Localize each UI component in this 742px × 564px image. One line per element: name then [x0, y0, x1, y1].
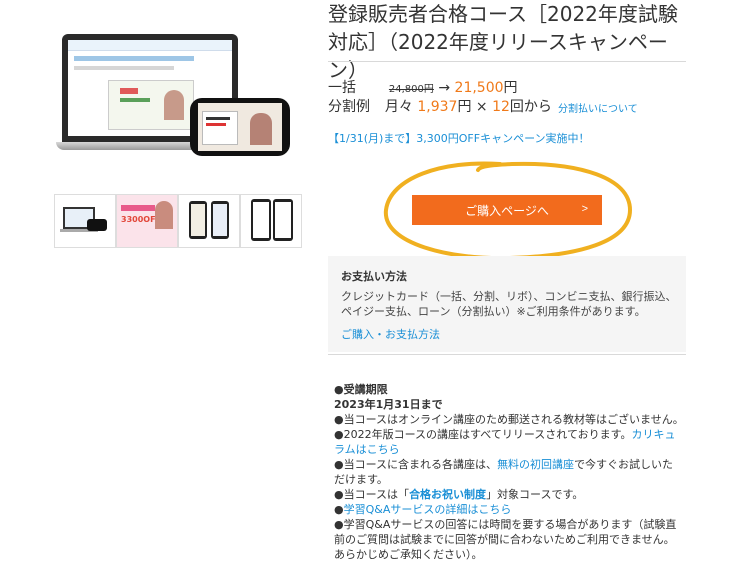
count-suffix: 回から	[509, 99, 552, 115]
note-release: ●2022年版コースの講座はすべてリリースされております。カリキュラムはこちら	[334, 427, 684, 457]
note-release-text: ●2022年版コースの講座はすべてリリースされております。	[334, 428, 632, 441]
buy-button-label: ご購入ページへ	[465, 203, 549, 218]
payment-text: クレジットカード（一括、分割、リボ）、コンビニ支払、銀行振込、ペイジー支払、ロー…	[341, 290, 677, 318]
period-date: 2023年1月31日まで	[334, 398, 443, 411]
payment-divider	[328, 354, 686, 355]
thumb-campaign-text: 3300OFF	[121, 215, 161, 224]
note-qa-bullet: ●	[334, 503, 344, 516]
thumb-phone-text[interactable]	[240, 194, 302, 248]
chevron-right-icon: >	[581, 203, 588, 215]
payment-link[interactable]: ご購入・お支払方法	[341, 326, 440, 342]
yen-unit: 円	[503, 80, 518, 96]
course-notes: ●受講期限 2023年1月31日まで ●当コースはオンライン講座のため郵送される…	[334, 382, 684, 562]
old-price: 24,800円	[388, 84, 434, 95]
new-price: 21,500	[454, 80, 504, 96]
payment-methods-box: お支払い方法 クレジットカード（一括、分割、リボ）、コンビニ支払、銀行振込、ペイ…	[328, 256, 686, 352]
note-trial: ●当コースに含まれる各講座は、無料の初回講座で今すぐお試しいただけます。	[334, 457, 684, 487]
period-heading: ●受講期限	[334, 383, 388, 396]
split-label: 分割例	[328, 99, 370, 115]
phone-mockup	[190, 98, 290, 156]
note-qa-delay: ●学習Q&Aサービスの回答には時間を要する場合があります（試験直前のご質問は試験…	[334, 518, 677, 561]
free-trial-link[interactable]: 無料の初回講座	[497, 458, 574, 471]
price-installment: 分割例 月々 1,937円 × 12回から	[328, 96, 552, 116]
thumb-device-image[interactable]	[54, 194, 116, 248]
note-celebration-suffix: 」対象コースです。	[486, 488, 584, 501]
product-title: 登録販売者合格コース［2022年度試験対応］（2022年度リリースキャンペーン）	[328, 2, 678, 82]
price-arrow: →	[438, 80, 451, 96]
payment-heading: お支払い方法	[341, 270, 407, 283]
celebration-link[interactable]: 合格お祝い制度	[409, 488, 486, 501]
thumbnail-strip: 3300OFF	[54, 194, 302, 248]
note-qa: ●学習Q&Aサービスの詳細はこちら	[334, 502, 684, 517]
thumb-phone-screens[interactable]	[178, 194, 240, 248]
note-celebration: ●当コースは「合格お祝い制度」対象コースです。	[334, 487, 684, 502]
installment-count: 12	[492, 99, 510, 115]
thumb-campaign-banner[interactable]: 3300OFF	[116, 194, 178, 248]
monthly-prefix: 月々	[384, 99, 413, 115]
times-label: 円 ×	[457, 99, 488, 115]
lump-label: 一括	[328, 80, 356, 96]
note-celebration-prefix: ●当コースは「	[334, 488, 410, 501]
product-hero-image	[56, 26, 300, 166]
installment-info-link[interactable]: 分割払いについて	[558, 100, 638, 115]
monthly-amount: 1,937	[417, 99, 458, 115]
qa-service-link[interactable]: 学習Q&Aサービスの詳細はこちら	[344, 503, 512, 516]
campaign-notice: 【1/31(月)まで】3,300円OFFキャンペーン実施中！	[328, 132, 590, 145]
note-trial-text: ●当コースに含まれる各講座は、	[334, 458, 498, 471]
price-lump-sum: 一括 24,800円 → 21,500円	[328, 77, 518, 97]
note-online: ●当コースはオンライン講座のため郵送される教材等はございません。	[334, 413, 684, 426]
buy-page-button[interactable]: ご購入ページへ >	[412, 195, 602, 225]
title-divider	[328, 61, 686, 62]
